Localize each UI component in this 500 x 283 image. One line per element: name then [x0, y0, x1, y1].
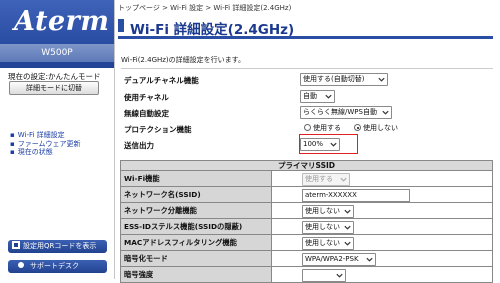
bullet-icon: ▪ — [10, 139, 15, 148]
table-row-label: ESS-IDステルス機能(SSIDの隠蔽) — [121, 219, 272, 234]
radio-on-icon — [354, 124, 361, 131]
table-row-label: MACアドレスフィルタリング機能 — [121, 235, 272, 250]
protection-off-radio[interactable]: 使用しない — [354, 123, 398, 133]
sidebar-item-label: 現在の状態 — [17, 148, 53, 156]
sidebar-item-firmware[interactable]: ▪ ファームウェア更新 — [10, 140, 81, 149]
table-row-select-value: 使用する — [305, 175, 333, 183]
radio-off-icon — [304, 124, 311, 131]
support-desk-button[interactable]: サポートデスク — [8, 260, 107, 273]
page-title: Wi-Fi 詳細設定(2.4GHz) — [118, 13, 493, 39]
protection-off-label: 使用しない — [363, 124, 398, 132]
chevron-down-icon — [366, 257, 373, 262]
chevron-down-icon — [325, 94, 332, 99]
table-row: ネットワーク名(SSID) aterm-XXXXXX — [120, 187, 493, 203]
chevron-down-icon — [344, 209, 351, 214]
table-row-value-cell: 使用しない — [272, 219, 492, 234]
chevron-down-icon — [344, 241, 351, 246]
protection-on-label: 使用する — [313, 124, 341, 132]
ssid-input[interactable]: aterm-XXXXXX — [302, 189, 410, 202]
table-row-value-cell: aterm-XXXXXX — [272, 187, 492, 202]
sidebar-item-wifi-detail[interactable]: ▪ Wi-Fi 詳細設定 — [10, 131, 81, 140]
table-row-label: ネットワーク名(SSID) — [121, 187, 272, 202]
table-row: ESS-IDステルス機能(SSIDの隠蔽) 使用しない — [120, 219, 493, 235]
table-row-select[interactable]: 使用しない — [302, 205, 354, 218]
chevron-down-icon — [340, 177, 347, 182]
table-row-select[interactable]: 使用しない — [302, 221, 354, 234]
table-row-label: Wi-Fi機能 — [121, 171, 272, 186]
table-row: ネットワーク分離機能 使用しない — [120, 203, 493, 219]
table-row: MACアドレスフィルタリング機能 使用しない — [120, 235, 493, 251]
table-row-select[interactable]: 使用しない — [302, 237, 354, 250]
sidebar: Aterm W500P 現在の設定:かんたんモード 詳細モードに切替 ▪ Wi-F… — [0, 0, 114, 279]
tx-power-highlight — [299, 134, 358, 154]
auto-setting-value: らくらく無線/WPS自動 — [303, 108, 377, 116]
channel-row: 使用チャネル 自動 — [124, 90, 494, 103]
support-button-label: サポートデスク — [30, 262, 79, 270]
table-row-value-cell — [272, 267, 492, 282]
chevron-down-icon — [344, 225, 351, 230]
table-row-value-cell: 使用しない — [272, 235, 492, 250]
table-row: 暗号化モード WPA/WPA2-PSK — [120, 251, 493, 267]
sidebar-divider — [114, 0, 115, 279]
dual-channel-value: 使用する(自動切替) — [303, 75, 365, 83]
sidebar-nav: ▪ Wi-Fi 詳細設定 ▪ ファームウェア更新 ▪ 現在の状態 — [10, 131, 81, 157]
auto-setting-row: 無線自動設定 らくらく無線/WPS自動 — [124, 106, 494, 119]
switch-detail-mode-button[interactable]: 詳細モードに切替 — [9, 81, 99, 95]
protection-label: プロテクション機能 — [124, 125, 192, 134]
primary-ssid-heading: プライマリSSID — [120, 160, 493, 171]
brand-header: Aterm W500P — [0, 0, 114, 68]
table-row-select-value: 使用しない — [305, 223, 340, 231]
table-row-label: 暗号化モード — [121, 251, 272, 266]
dual-channel-label: デュアルチャネル機能 — [124, 76, 199, 85]
title-marker — [118, 19, 124, 32]
tx-power-label: 送信出力 — [124, 141, 154, 150]
protection-on-radio[interactable]: 使用する — [304, 123, 341, 133]
dual-channel-row: デュアルチャネル機能 使用する(自動切替) — [124, 73, 494, 86]
aterm-logo: Aterm — [14, 6, 110, 37]
chevron-down-icon — [382, 110, 389, 115]
channel-value: 自動 — [303, 92, 317, 100]
dual-channel-select[interactable]: 使用する(自動切替) — [300, 73, 388, 86]
section-divider — [121, 68, 493, 69]
page-title-text: Wi-Fi 詳細設定(2.4GHz) — [130, 22, 295, 38]
table-row-select[interactable] — [302, 269, 346, 282]
table-row: Wi-Fi機能 使用する — [120, 171, 493, 187]
table-row-select: 使用する — [302, 173, 350, 186]
table-row-select-value: WPA/WPA2-PSK — [305, 255, 359, 263]
table-row-value-cell: 使用する — [272, 171, 492, 186]
channel-select[interactable]: 自動 — [300, 90, 335, 103]
sidebar-item-label: ファームウェア更新 — [17, 139, 81, 148]
table-row-select-value: 使用しない — [305, 207, 340, 215]
auto-setting-label: 無線自動設定 — [124, 109, 169, 118]
channel-label: 使用チャネル — [124, 93, 169, 102]
show-qr-code-button[interactable]: 設定用QRコードを表示 — [8, 240, 107, 253]
model-name: W500P — [0, 44, 114, 62]
support-icon — [18, 262, 24, 268]
table-row-select-value: 使用しない — [305, 239, 340, 247]
table-row-value-cell: WPA/WPA2-PSK — [272, 251, 492, 266]
auto-setting-select[interactable]: らくらく無線/WPS自動 — [300, 106, 392, 119]
table-row-select[interactable]: WPA/WPA2-PSK — [302, 253, 376, 266]
sidebar-item-label: Wi-Fi 詳細設定 — [17, 131, 65, 139]
sidebar-item-status[interactable]: ▪ 現在の状態 — [10, 148, 81, 157]
qr-code-icon — [12, 241, 20, 249]
chevron-down-icon — [378, 77, 385, 82]
table-row-label: ネットワーク分離機能 — [121, 203, 272, 218]
bullet-icon: ▪ — [10, 131, 15, 139]
table-row-value-cell: 使用しない — [272, 203, 492, 218]
breadcrumb: トップページ > Wi-Fi 設定 > Wi-Fi 詳細設定(2.4GHz) — [118, 4, 292, 12]
table-row-label: 暗号強度 — [121, 267, 272, 282]
qr-button-label: 設定用QRコードを表示 — [23, 242, 97, 250]
bullet-icon: ▪ — [10, 148, 15, 156]
page-description: Wi-Fi(2.4GHz)の詳細設定を行います。 — [121, 56, 245, 64]
table-row: 暗号強度 — [120, 267, 493, 283]
